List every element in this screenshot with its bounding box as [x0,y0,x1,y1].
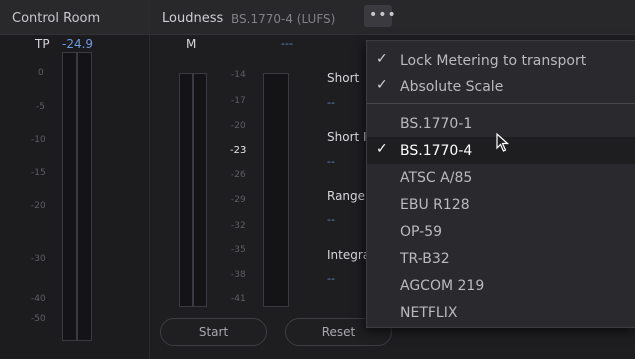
menu-item-label: ATSC A/85 [400,170,473,186]
mouse-cursor-icon [496,133,510,152]
checkmark-icon: ✓ [376,51,388,67]
menu-item-absolute-scale[interactable]: ✓ Absolute Scale [367,73,635,100]
menu-item-label: NETFLIX [400,305,458,321]
menu-item-label: BS.1770-4 [400,143,473,159]
loudness-options-menu: ✓ Lock Metering to transport ✓ Absolute … [366,40,635,328]
integrated-label: Integra [327,248,371,262]
menu-item-lock-metering[interactable]: ✓ Lock Metering to transport [367,47,635,74]
tp-scale-tick: -20 [31,201,46,211]
tp-scale-tick: 0 [38,68,44,78]
app-root: Control Room TP -24.9 0 -5 -10 -15 -20 -… [0,0,635,359]
loudness-scale-tick: -41 [231,294,246,304]
tp-value: -24.9 [62,37,94,51]
menu-item-op-59[interactable]: OP-59 [367,218,635,245]
loudness-standard-label: BS.1770-4 (LUFS) [231,12,336,26]
range-value: -- [327,213,335,226]
short-term-label: Short [327,71,360,85]
menu-item-atsc-a85[interactable]: ATSC A/85 [367,164,635,191]
momentary-label: M [186,37,197,51]
control-room-header: Control Room [0,0,149,35]
menu-item-label: AGCOM 219 [400,278,485,294]
loudness-scale-tick: -35 [231,245,246,255]
loudness-scale-tick: -32 [231,221,246,231]
menu-item-label: Lock Metering to transport [400,53,587,69]
tp-scale-tick: -50 [31,314,46,324]
momentary-value: --- [281,37,293,50]
tp-scale-tick: -40 [31,294,46,304]
loudness-scale-tick: -20 [231,121,246,131]
loudness-scale-tick: -14 [231,70,246,80]
menu-item-tr-b32[interactable]: TR-B32 [367,245,635,272]
tp-label: TP [35,37,50,51]
start-button[interactable]: Start [160,318,267,346]
menu-item-label: Absolute Scale [400,79,504,95]
menu-item-label: EBU R128 [400,197,470,213]
loudness-target-tick: -23 [230,145,247,156]
short-term-value: -- [327,96,335,109]
integrated-value: -- [327,272,335,285]
menu-item-label: BS.1770-1 [400,116,473,132]
loudness-title: Loudness [162,11,224,26]
short-integrated-value: -- [327,155,335,168]
loudness-scale-tick: -17 [231,96,246,106]
more-options-icon[interactable]: ••• [369,7,397,23]
menu-item-label: TR-B32 [400,251,450,267]
loudness-meter-left [179,73,193,307]
control-room-title: Control Room [12,11,101,26]
menu-separator [367,103,635,104]
tp-scale-tick: -5 [36,102,45,112]
loudness-meter-right [193,73,207,307]
tp-scale-tick: -15 [31,168,46,178]
tp-scale-tick: -30 [31,254,46,264]
tp-scale-tick: -10 [31,135,46,145]
menu-item-label: OP-59 [400,224,443,240]
range-label: Range [327,189,366,203]
menu-item-netflix[interactable]: NETFLIX [367,299,635,326]
loudness-meter-short [263,73,289,307]
loudness-header: Loudness BS.1770-4 (LUFS) ••• [150,0,635,35]
loudness-scale-tick: -38 [231,270,246,280]
control-room-panel: Control Room TP -24.9 0 -5 -10 -15 -20 -… [0,0,150,359]
loudness-scale-tick: -26 [231,170,246,180]
tp-meter-right [77,52,92,341]
checkmark-icon: ✓ [376,141,388,157]
tp-meter-left [62,52,77,341]
short-integrated-label: Short I [327,130,367,144]
loudness-scale-tick: -29 [231,195,246,205]
checkmark-icon: ✓ [376,77,388,93]
menu-item-ebu-r128[interactable]: EBU R128 [367,191,635,218]
menu-item-agcom-219[interactable]: AGCOM 219 [367,272,635,299]
